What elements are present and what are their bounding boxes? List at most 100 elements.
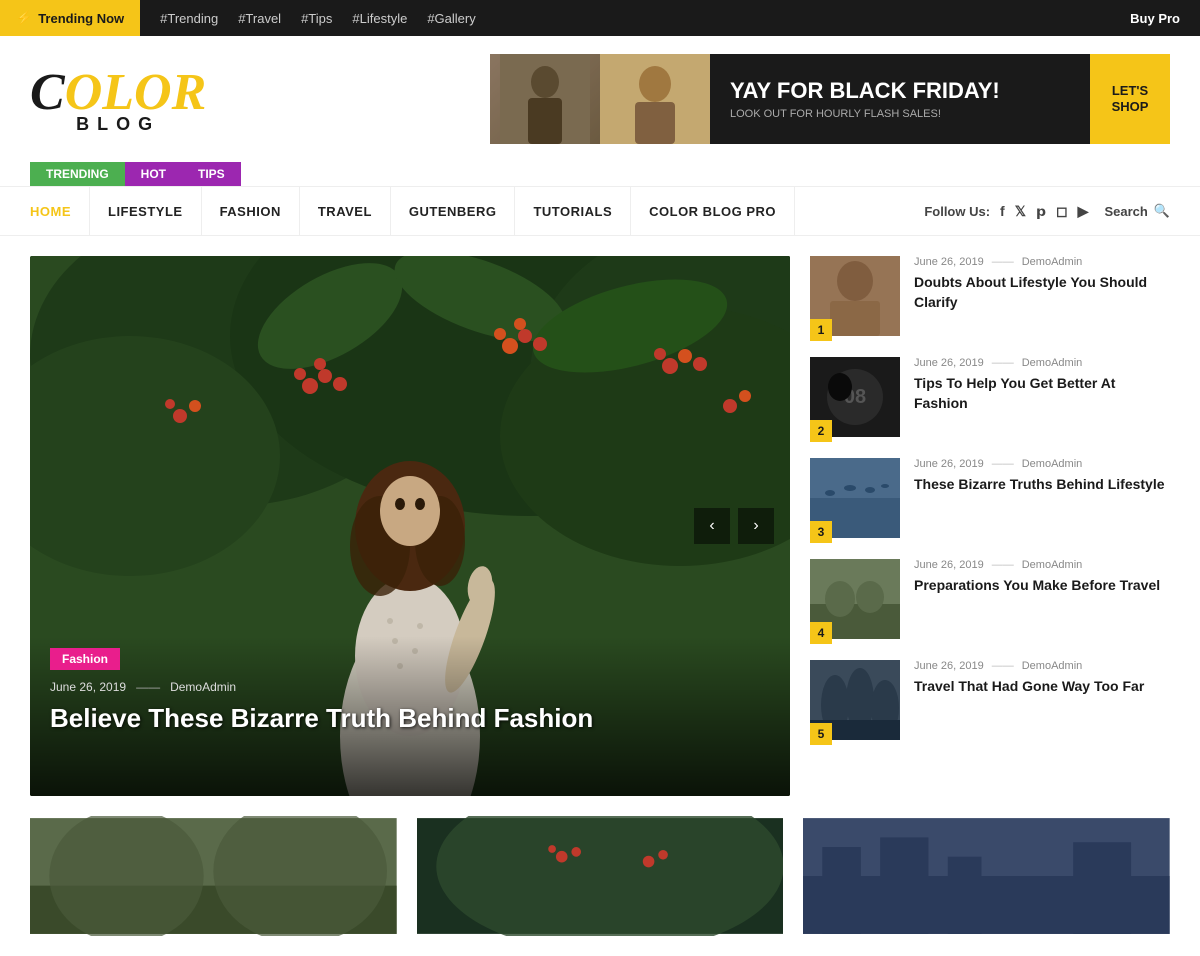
banner-cta-button[interactable]: LET'S SHOP <box>1090 54 1170 144</box>
logo: COLOR BLOG <box>30 63 206 135</box>
pinterest-icon[interactable]: 𝗽 <box>1036 203 1046 220</box>
tab-hot[interactable]: HOT <box>125 162 182 186</box>
banner-woman-svg <box>600 54 710 144</box>
bottom-grid <box>0 816 1200 956</box>
sidebar-author-1: DemoAdmin <box>1022 256 1083 268</box>
slider-image: ‹ › Fashion June 26, 2019 —— DemoAdmin B… <box>30 256 790 796</box>
top-nav: #Trending #Travel #Tips #Lifestyle #Gall… <box>140 11 476 26</box>
bottom-card-img-2 <box>417 816 784 936</box>
sidebar-item-4: 4 June 26, 2019 —— DemoAdmin Preparation… <box>810 559 1170 644</box>
banner-man-svg <box>500 54 590 144</box>
banner-photos <box>490 54 710 144</box>
sidebar-date-3: June 26, 2019 <box>914 458 984 470</box>
sidebar-dash-4: —— <box>992 559 1014 571</box>
sidebar-date-2: June 26, 2019 <box>914 357 984 369</box>
banner-subtext: LOOK OUT FOR HOURLY FLASH SALES! <box>730 108 1070 120</box>
header: COLOR BLOG YAY FOR BLACK <box>0 36 1200 162</box>
slider-next-button[interactable]: › <box>738 508 774 544</box>
search-label: Search <box>1104 204 1147 219</box>
twitter-icon[interactable]: 𝕏 <box>1015 203 1026 220</box>
sidebar-title-2[interactable]: Tips To Help You Get Better At Fashion <box>914 374 1170 413</box>
sidebar-content-4: June 26, 2019 —— DemoAdmin Preparations … <box>914 559 1170 596</box>
sidebar-num-1: 1 <box>810 319 832 341</box>
banner-photo-1 <box>490 54 600 144</box>
nav-home[interactable]: HOME <box>30 186 90 236</box>
bottom-card-img-1 <box>30 816 397 936</box>
top-bar-left: ⚡ Trending Now #Trending #Travel #Tips #… <box>0 0 476 36</box>
nav-fashion[interactable]: FASHION <box>202 186 300 236</box>
facebook-icon[interactable]: f <box>1000 203 1005 220</box>
nav-lifestyle[interactable]: LIFESTYLE <box>90 186 202 236</box>
sidebar-thumb-2: 08 2 <box>810 357 900 442</box>
sidebar-date-4: June 26, 2019 <box>914 559 984 571</box>
sidebar-meta-5: June 26, 2019 —— DemoAdmin <box>914 660 1170 672</box>
sidebar-num-5: 5 <box>810 723 832 745</box>
slider-category-badge[interactable]: Fashion <box>50 648 120 670</box>
nav-color-blog-pro[interactable]: COLOR BLOG PRO <box>631 186 795 236</box>
nav-travel[interactable]: TRAVEL <box>300 186 391 236</box>
sidebar-title-3[interactable]: These Bizarre Truths Behind Lifestyle <box>914 475 1170 495</box>
slider-meta: Fashion June 26, 2019 —— DemoAdmin Belie… <box>50 648 593 736</box>
nav-tutorials[interactable]: TUTORIALS <box>515 186 631 236</box>
sidebar-title-5[interactable]: Travel That Had Gone Way Too Far <box>914 677 1170 697</box>
sidebar: 1 June 26, 2019 —— DemoAdmin Doubts Abou… <box>810 256 1170 796</box>
slider-author: DemoAdmin <box>170 680 236 694</box>
content-area: ‹ › Fashion June 26, 2019 —— DemoAdmin B… <box>0 236 1200 816</box>
sidebar-num-3: 3 <box>810 521 832 543</box>
top-nav-trending[interactable]: #Trending <box>160 11 218 26</box>
follow-us-label: Follow Us: <box>924 204 990 219</box>
top-nav-lifestyle[interactable]: #Lifestyle <box>352 11 407 26</box>
trending-now-badge: ⚡ Trending Now <box>0 0 140 36</box>
search-button[interactable]: Search 🔍 <box>1104 203 1170 219</box>
follow-us: Follow Us: f 𝕏 𝗽 ◻ ▶ <box>924 203 1088 220</box>
sidebar-thumb-1: 1 <box>810 256 900 341</box>
sidebar-meta-4: June 26, 2019 —— DemoAdmin <box>914 559 1170 571</box>
bottom-card-2[interactable] <box>417 816 784 936</box>
category-tabs: TRENDING HOT TIPS <box>0 162 1200 186</box>
sidebar-title-4[interactable]: Preparations You Make Before Travel <box>914 576 1170 596</box>
sidebar-thumb-5: 5 <box>810 660 900 745</box>
sidebar-author-2: DemoAdmin <box>1022 357 1083 369</box>
search-icon: 🔍 <box>1154 203 1170 219</box>
banner-headline: YAY FOR BLACK FRIDAY! <box>730 78 1070 104</box>
sidebar-meta-3: June 26, 2019 —— DemoAdmin <box>914 458 1170 470</box>
instagram-icon[interactable]: ◻ <box>1056 203 1068 220</box>
sidebar-date-1: June 26, 2019 <box>914 256 984 268</box>
bottom-card-img-3 <box>803 816 1170 936</box>
sidebar-dash-2: —— <box>992 357 1014 369</box>
slider-nav: ‹ › <box>694 508 774 544</box>
sidebar-date-5: June 26, 2019 <box>914 660 984 672</box>
sidebar-content-2: June 26, 2019 —— DemoAdmin Tips To Help … <box>914 357 1170 413</box>
nav-gutenberg[interactable]: GUTENBERG <box>391 186 516 236</box>
tab-tips[interactable]: TIPS <box>182 162 241 186</box>
top-nav-travel[interactable]: #Travel <box>238 11 281 26</box>
sidebar-dash-3: —— <box>992 458 1014 470</box>
sidebar-author-5: DemoAdmin <box>1022 660 1083 672</box>
banner-ad[interactable]: YAY FOR BLACK FRIDAY! LOOK OUT FOR HOURL… <box>490 54 1170 144</box>
slider-prev-button[interactable]: ‹ <box>694 508 730 544</box>
sidebar-title-1[interactable]: Doubts About Lifestyle You Should Clarif… <box>914 273 1170 312</box>
nav-links: HOME LIFESTYLE FASHION TRAVEL GUTENBERG … <box>30 186 924 236</box>
slider-dash: —— <box>136 680 160 694</box>
bottom-card-1[interactable] <box>30 816 397 936</box>
sidebar-num-2: 2 <box>810 420 832 442</box>
banner-text-area: YAY FOR BLACK FRIDAY! LOOK OUT FOR HOURL… <box>710 78 1090 120</box>
trending-now-label: Trending Now <box>38 11 124 26</box>
social-icons: f 𝕏 𝗽 ◻ ▶ <box>1000 203 1088 220</box>
sidebar-item-3: 3 June 26, 2019 —— DemoAdmin These Bizar… <box>810 458 1170 543</box>
slider-title: Believe These Bizarre Truth Behind Fashi… <box>50 702 593 736</box>
top-nav-gallery[interactable]: #Gallery <box>427 11 475 26</box>
youtube-icon[interactable]: ▶ <box>1078 203 1089 220</box>
sidebar-num-4: 4 <box>810 622 832 644</box>
bottom-card-3[interactable] <box>803 816 1170 936</box>
sidebar-content-1: June 26, 2019 —— DemoAdmin Doubts About … <box>914 256 1170 312</box>
sidebar-thumb-4: 4 <box>810 559 900 644</box>
banner-photo-2 <box>600 54 710 144</box>
logo-blog-text: BLOG <box>30 114 206 135</box>
sidebar-item-1: 1 June 26, 2019 —— DemoAdmin Doubts Abou… <box>810 256 1170 341</box>
tab-trending[interactable]: TRENDING <box>30 162 125 186</box>
top-nav-tips[interactable]: #Tips <box>301 11 332 26</box>
buy-pro-link[interactable]: Buy Pro <box>1130 11 1200 26</box>
sidebar-item-5: 5 June 26, 2019 —— DemoAdmin Travel That… <box>810 660 1170 745</box>
sidebar-meta-1: June 26, 2019 —— DemoAdmin <box>914 256 1170 268</box>
